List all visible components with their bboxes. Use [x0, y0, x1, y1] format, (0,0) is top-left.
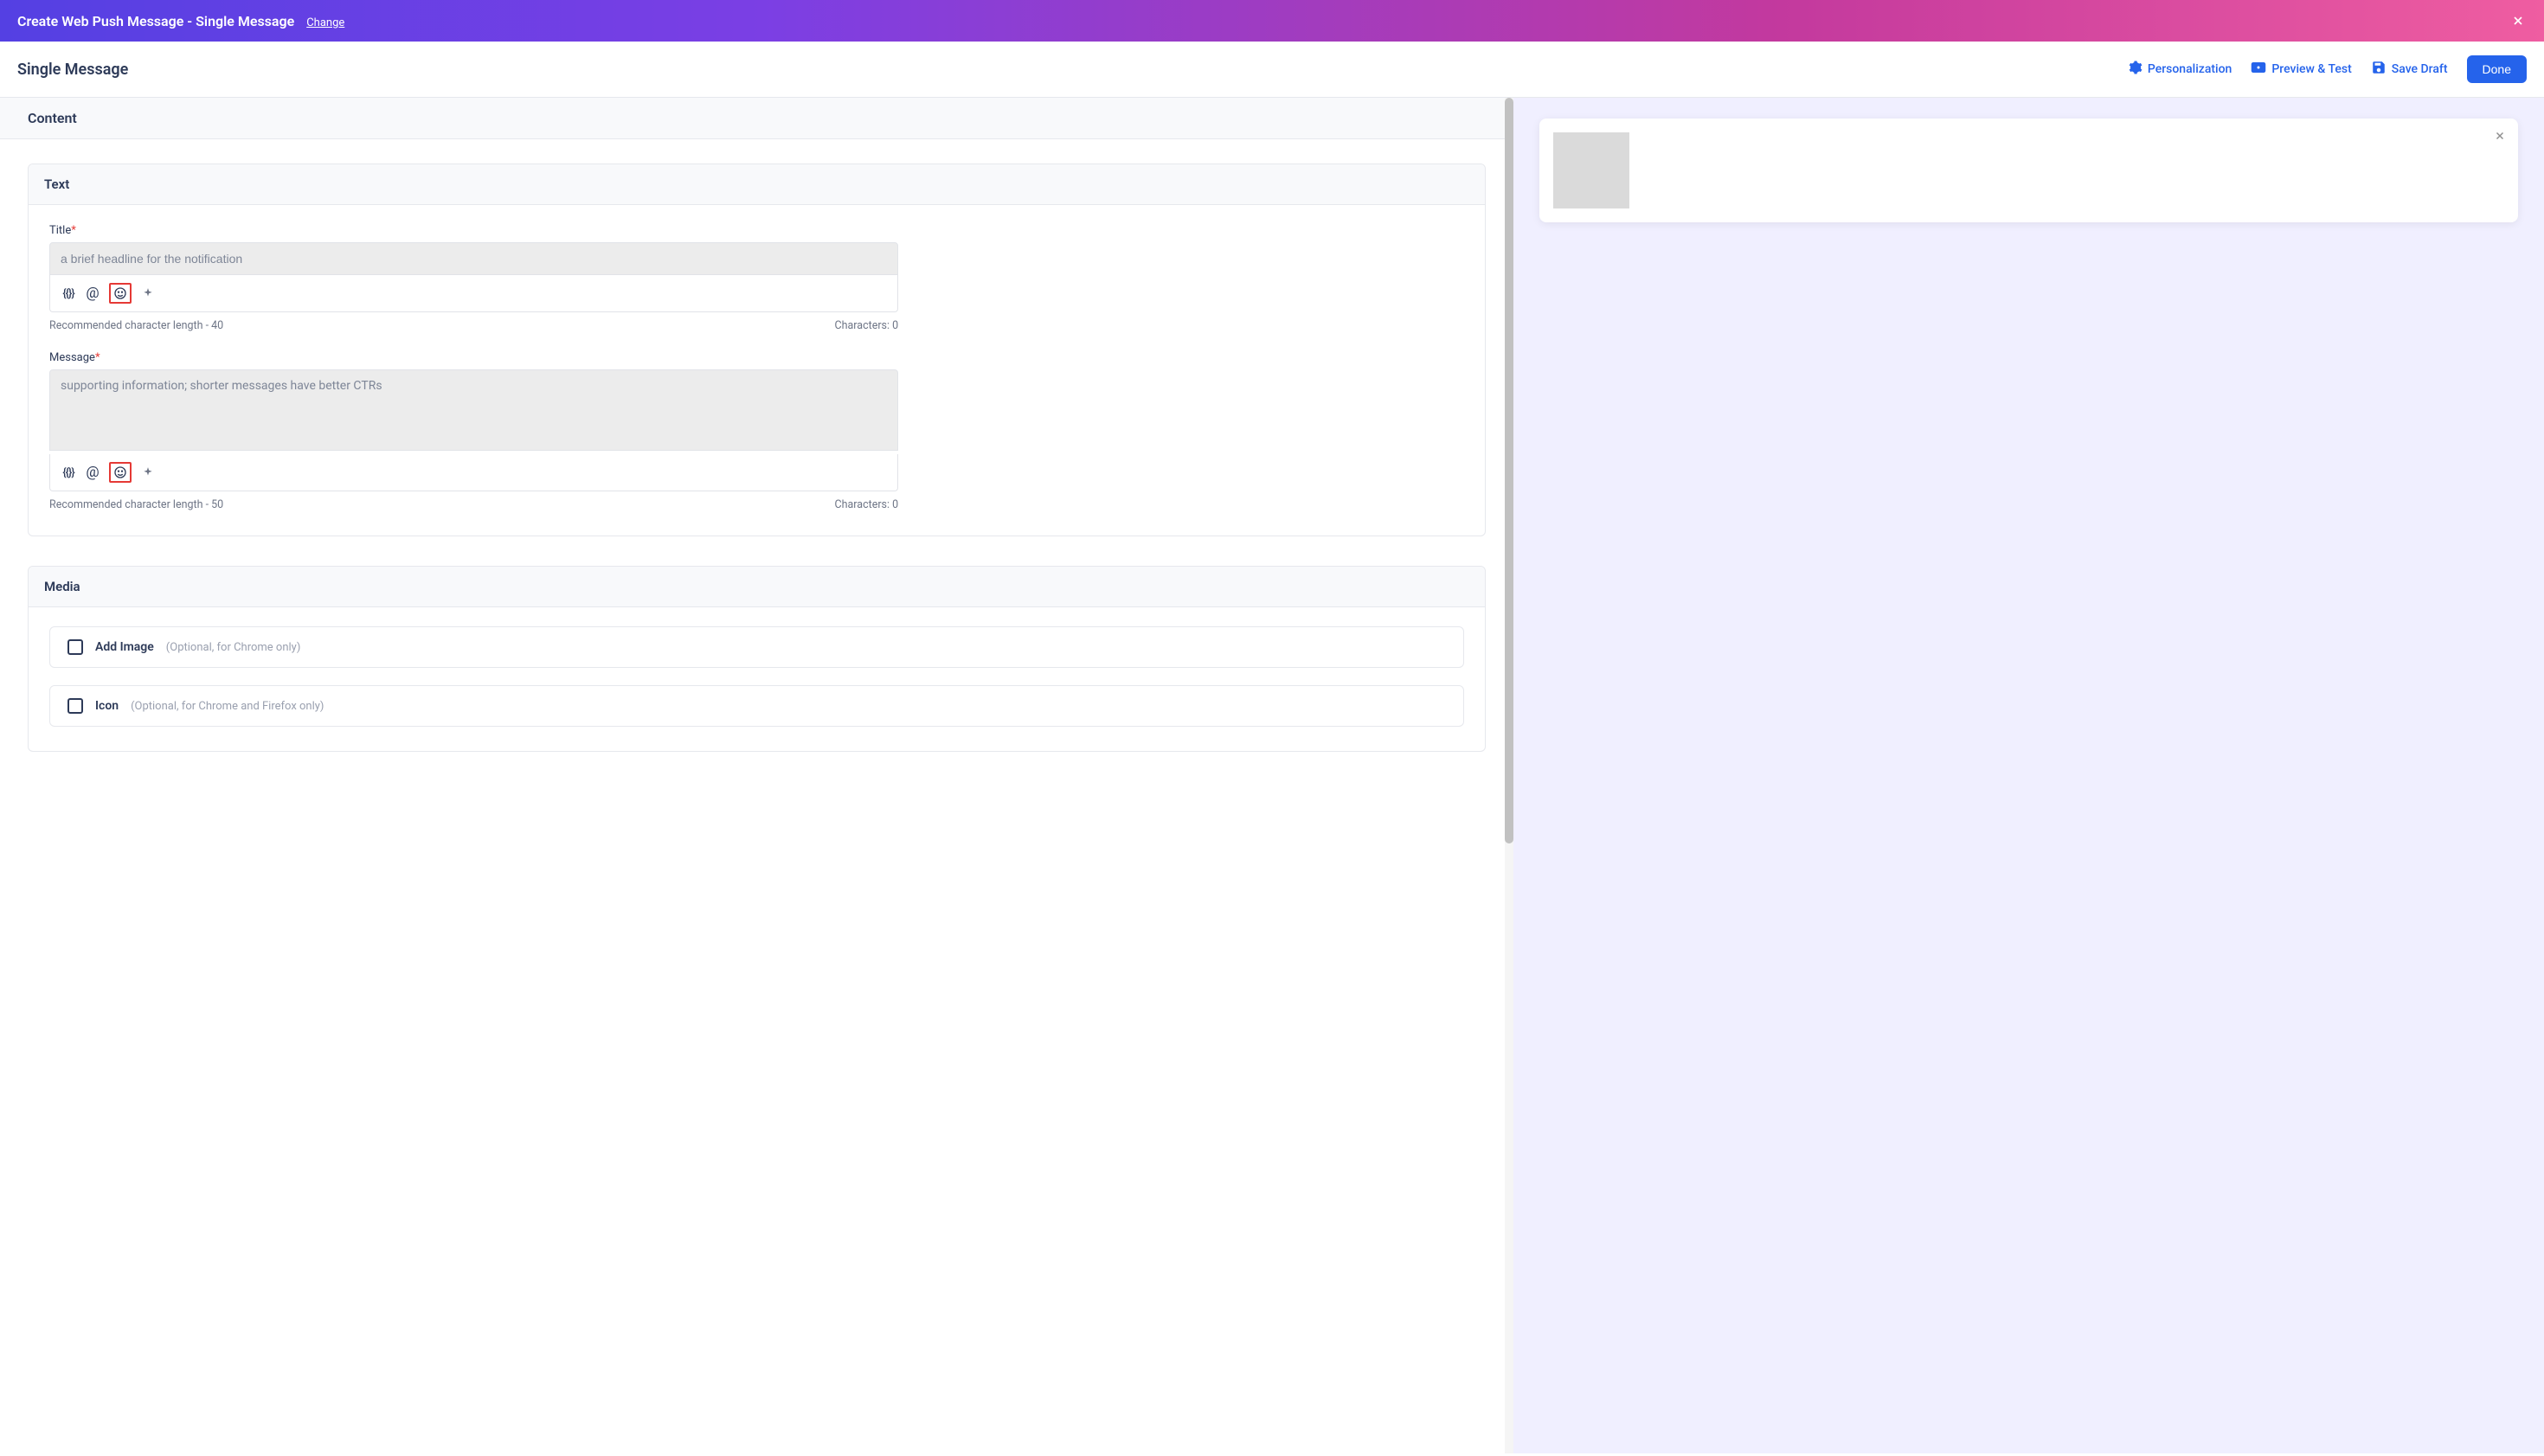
media-card-header: Media [29, 567, 1485, 607]
content-section-header: Content [0, 98, 1513, 139]
personalization-label: Personalization [2148, 62, 2232, 76]
change-link[interactable]: Change [306, 16, 344, 29]
scrollbar-thumb[interactable] [1505, 98, 1513, 843]
preview-card [1539, 119, 2518, 222]
sparkle-icon[interactable] [140, 465, 156, 480]
preview-image-placeholder [1553, 132, 1629, 208]
sparkle-icon[interactable] [140, 285, 156, 301]
title-toolbar: {{}} @ [49, 275, 898, 312]
emoji-icon[interactable] [109, 283, 132, 304]
add-image-option[interactable]: Add Image (Optional, for Chrome only) [49, 626, 1464, 668]
text-card: Text Title* {{}} @ [28, 164, 1486, 536]
preview-test-label: Preview & Test [2271, 62, 2351, 76]
media-card: Media Add Image (Optional, for Chrome on… [28, 566, 1486, 752]
personalization-button[interactable]: Personalization [2127, 60, 2232, 79]
title-input[interactable] [49, 242, 898, 275]
icon-hint: (Optional, for Chrome and Firefox only) [131, 700, 324, 713]
title-rec-length: Recommended character length - 40 [49, 319, 223, 332]
braces-icon[interactable]: {{}} [61, 465, 76, 480]
page-title: Create Web Push Message - Single Message [17, 13, 294, 29]
done-button[interactable]: Done [2467, 55, 2527, 83]
message-rec-length: Recommended character length - 50 [49, 498, 223, 511]
top-bar: Create Web Push Message - Single Message… [0, 0, 2544, 42]
preview-test-button[interactable]: Preview & Test [2251, 60, 2351, 79]
message-char-count: Characters: 0 [834, 498, 898, 511]
scrollbar-track [1505, 98, 1513, 1453]
message-input[interactable] [49, 369, 898, 451]
sub-header: Single Message Personalization Preview &… [0, 42, 2544, 98]
add-image-checkbox[interactable] [67, 639, 83, 655]
save-draft-button[interactable]: Save Draft [2371, 60, 2448, 79]
icon-checkbox[interactable] [67, 698, 83, 714]
gear-icon [2127, 60, 2142, 79]
preview-pane [1513, 98, 2544, 1453]
icon-option[interactable]: Icon (Optional, for Chrome and Firefox o… [49, 685, 1464, 727]
title-char-count: Characters: 0 [834, 319, 898, 332]
emoji-icon[interactable] [109, 462, 132, 483]
icon-label: Icon [95, 699, 119, 713]
add-image-label: Add Image [95, 640, 154, 654]
eye-icon [2251, 60, 2266, 79]
message-toolbar: {{}} @ [49, 454, 898, 491]
left-pane: Content Text Title* {{}} @ [0, 98, 1513, 1453]
preview-close-icon[interactable] [2494, 129, 2506, 145]
at-icon[interactable]: @ [85, 285, 100, 301]
text-card-header: Text [29, 164, 1485, 205]
braces-icon[interactable]: {{}} [61, 285, 76, 301]
at-icon[interactable]: @ [85, 465, 100, 480]
message-field-label: Message* [49, 351, 1464, 364]
add-image-hint: (Optional, for Chrome only) [166, 641, 301, 654]
save-draft-label: Save Draft [2392, 62, 2448, 76]
title-field-label: Title* [49, 224, 1464, 237]
save-icon [2371, 60, 2387, 79]
close-icon[interactable] [2509, 12, 2527, 29]
sub-header-title: Single Message [17, 61, 128, 79]
